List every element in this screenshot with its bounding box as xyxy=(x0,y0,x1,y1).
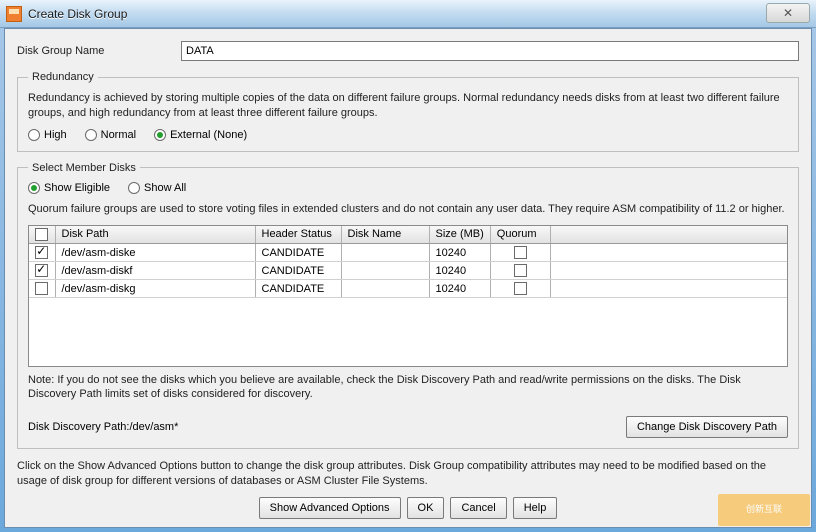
cell-disk-name xyxy=(341,244,429,262)
discovery-note: Note: If you do not see the disks which … xyxy=(28,373,788,403)
footer-buttons: Show Advanced Options OK Cancel Help xyxy=(17,497,799,519)
titlebar: Create Disk Group ✕ xyxy=(0,0,816,28)
cell-disk-name xyxy=(341,280,429,298)
watermark-text: 创新互联 xyxy=(746,505,782,515)
app-icon xyxy=(6,6,22,22)
disk-group-name-row: Disk Group Name xyxy=(17,41,799,61)
quorum-checkbox[interactable] xyxy=(514,264,527,277)
radio-icon xyxy=(28,182,40,194)
quorum-desc: Quorum failure groups are used to store … xyxy=(28,202,788,217)
window-title: Create Disk Group xyxy=(28,7,127,21)
redundancy-high[interactable]: High xyxy=(28,129,67,141)
quorum-checkbox[interactable] xyxy=(514,282,527,295)
show-eligible[interactable]: Show Eligible xyxy=(28,182,110,194)
redundancy-fieldset: Redundancy Redundancy is achieved by sto… xyxy=(17,71,799,152)
header-disk-name[interactable]: Disk Name xyxy=(341,226,429,244)
select-all-header[interactable] xyxy=(29,226,55,244)
radio-icon xyxy=(154,129,166,141)
help-button[interactable]: Help xyxy=(513,497,558,519)
header-header-status[interactable]: Header Status xyxy=(255,226,341,244)
cell-header-status: CANDIDATE xyxy=(255,262,341,280)
redundancy-external[interactable]: External (None) xyxy=(154,129,247,141)
cell-header-status: CANDIDATE xyxy=(255,244,341,262)
table-header-row: Disk Path Header Status Disk Name Size (… xyxy=(29,226,787,244)
watermark: 创新互联 xyxy=(718,494,810,526)
radio-icon xyxy=(28,129,40,141)
radio-icon xyxy=(85,129,97,141)
redundancy-desc: Redundancy is achieved by storing multip… xyxy=(28,91,788,121)
radio-icon xyxy=(128,182,140,194)
row-checkbox[interactable] xyxy=(35,264,48,277)
footer-desc: Click on the Show Advanced Options butto… xyxy=(17,459,799,489)
header-size[interactable]: Size (MB) xyxy=(429,226,490,244)
show-filter-row: Show Eligible Show All xyxy=(28,182,788,194)
discovery-path-label: Disk Discovery Path:/dev/asm* xyxy=(28,421,178,433)
cell-size: 10240 xyxy=(429,280,490,298)
row-checkbox[interactable] xyxy=(35,246,48,259)
cell-size: 10240 xyxy=(429,244,490,262)
cell-disk-path: /dev/asm-diske xyxy=(55,244,255,262)
table-row[interactable]: /dev/asm-diskfCANDIDATE 10240 xyxy=(29,262,787,280)
redundancy-high-label: High xyxy=(44,129,67,141)
redundancy-external-label: External (None) xyxy=(170,129,247,141)
quorum-checkbox[interactable] xyxy=(514,246,527,259)
table-row[interactable]: /dev/asm-diskgCANDIDATE 10240 xyxy=(29,280,787,298)
redundancy-options: High Normal External (None) xyxy=(28,129,788,141)
cell-disk-path: /dev/asm-diskg xyxy=(55,280,255,298)
table-row[interactable]: /dev/asm-diskeCANDIDATE 10240 xyxy=(29,244,787,262)
dialog-body: Disk Group Name Redundancy Redundancy is… xyxy=(4,28,812,528)
header-disk-path[interactable]: Disk Path xyxy=(55,226,255,244)
cell-disk-path: /dev/asm-diskf xyxy=(55,262,255,280)
cell-disk-name xyxy=(341,262,429,280)
disk-group-name-label: Disk Group Name xyxy=(17,45,181,57)
cancel-button[interactable]: Cancel xyxy=(450,497,506,519)
checkbox-icon xyxy=(35,228,48,241)
redundancy-normal-label: Normal xyxy=(101,129,136,141)
change-discovery-path-button[interactable]: Change Disk Discovery Path xyxy=(626,416,788,438)
disks-table: Disk Path Header Status Disk Name Size (… xyxy=(28,225,788,367)
row-checkbox[interactable] xyxy=(35,282,48,295)
select-member-disks-fieldset: Select Member Disks Show Eligible Show A… xyxy=(17,162,799,450)
close-button[interactable]: ✕ xyxy=(766,3,810,23)
redundancy-normal[interactable]: Normal xyxy=(85,129,136,141)
cell-size: 10240 xyxy=(429,262,490,280)
disk-group-name-input[interactable] xyxy=(181,41,799,61)
close-icon: ✕ xyxy=(783,6,793,20)
cell-header-status: CANDIDATE xyxy=(255,280,341,298)
show-all-label: Show All xyxy=(144,182,186,194)
redundancy-legend: Redundancy xyxy=(28,71,98,83)
header-quorum[interactable]: Quorum xyxy=(490,226,550,244)
show-all[interactable]: Show All xyxy=(128,182,186,194)
discovery-row: Disk Discovery Path:/dev/asm* Change Dis… xyxy=(28,416,788,438)
show-eligible-label: Show Eligible xyxy=(44,182,110,194)
show-advanced-options-button[interactable]: Show Advanced Options xyxy=(259,497,401,519)
select-member-disks-legend: Select Member Disks xyxy=(28,162,140,174)
ok-button[interactable]: OK xyxy=(407,497,445,519)
header-spacer xyxy=(550,226,787,244)
